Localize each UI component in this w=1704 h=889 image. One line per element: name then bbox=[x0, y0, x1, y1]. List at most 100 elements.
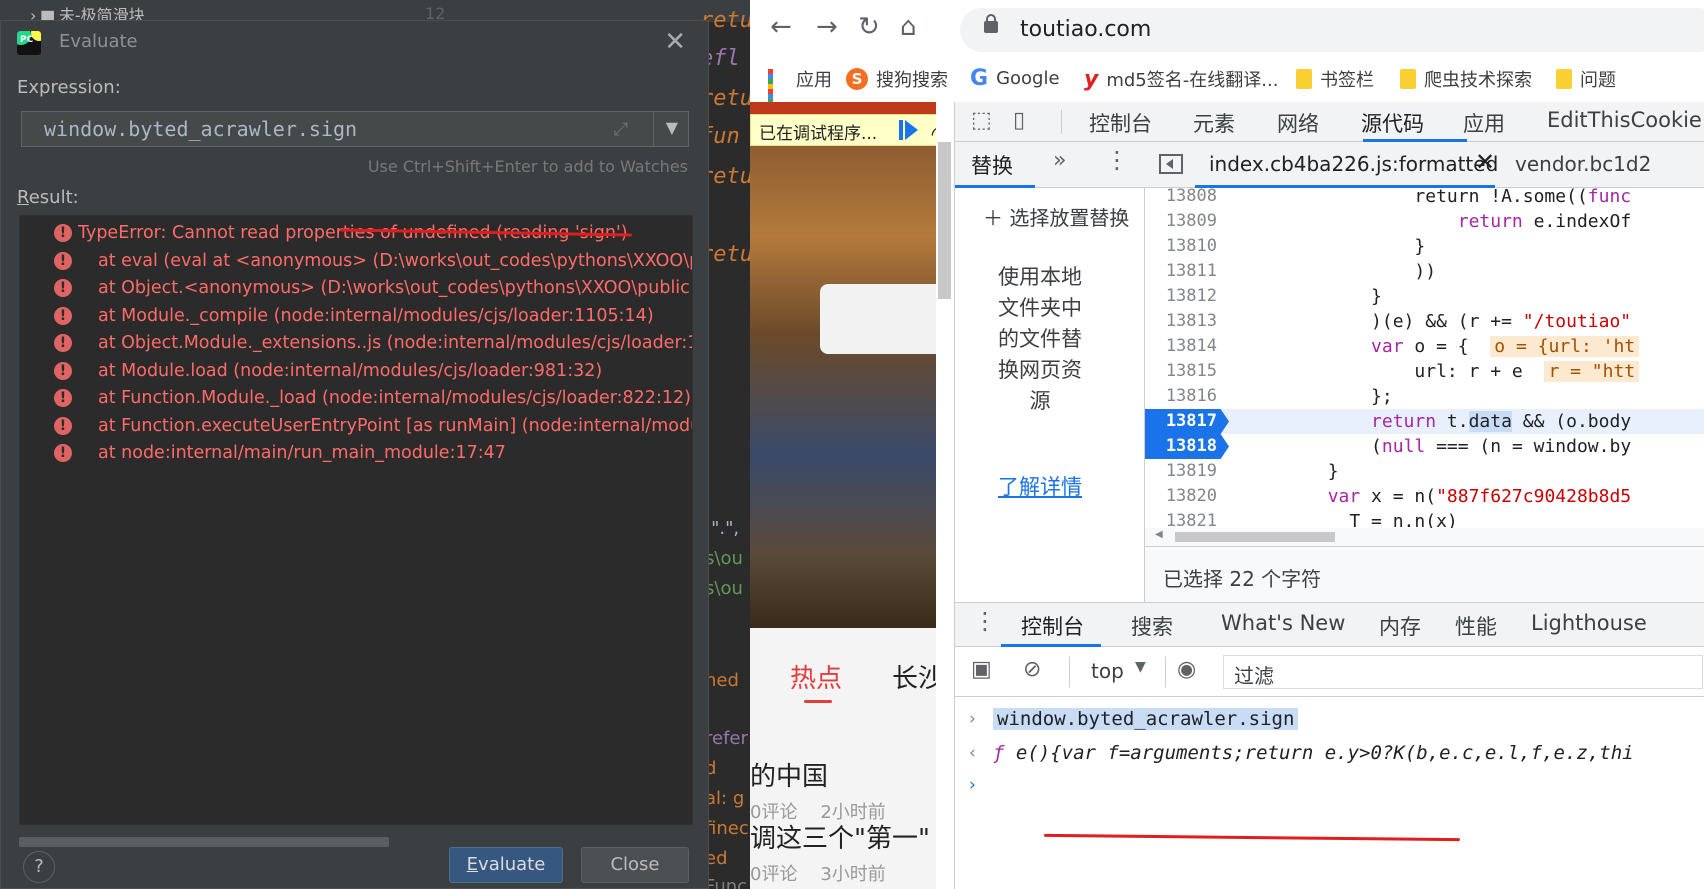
file-tab-active[interactable]: index.cb4ba226.js:formatted bbox=[1209, 152, 1498, 176]
scroll-thumb[interactable] bbox=[1175, 532, 1335, 542]
more-tabs-icon[interactable]: » bbox=[1053, 148, 1066, 173]
line-number[interactable]: 13821 bbox=[1145, 509, 1229, 528]
learn-more-link[interactable]: 了解详情 bbox=[995, 472, 1085, 503]
drawer-tab-performance[interactable]: 性能 bbox=[1455, 611, 1497, 641]
forward-icon[interactable]: → bbox=[816, 12, 838, 42]
bookmark-apps[interactable]: 应用 bbox=[768, 66, 832, 114]
code-text[interactable]: return e.indexOf bbox=[1241, 209, 1631, 234]
clear-console-icon[interactable]: ⊘ bbox=[1023, 657, 1041, 682]
page-scrollbar[interactable] bbox=[936, 102, 954, 889]
line-number[interactable]: 13820 bbox=[1145, 484, 1229, 509]
expression-value[interactable]: window.byted_acrawler.sign bbox=[44, 117, 357, 141]
select-folder-button[interactable]: ＋ 选择放置替换 bbox=[983, 202, 1129, 231]
code-text[interactable]: T = n.n(x) bbox=[1241, 509, 1457, 528]
bookmark-sogou[interactable]: S 搜狗搜索 bbox=[846, 66, 948, 92]
code-line[interactable]: 13816 }; bbox=[1145, 384, 1704, 409]
code-line[interactable]: 13813 )(e) && (r += "/toutiao" bbox=[1145, 309, 1704, 334]
drawer-tab-lighthouse[interactable]: Lighthouse bbox=[1531, 611, 1647, 635]
news-title[interactable]: 的中国 bbox=[750, 756, 828, 793]
result-panel[interactable]: ! TypeError: Cannot read properties of un… bbox=[19, 215, 693, 825]
code-line[interactable]: 13819 } bbox=[1145, 459, 1704, 484]
device-toolbar-icon[interactable]: ▯ bbox=[1013, 108, 1025, 133]
kebab-menu-icon[interactable]: ⋮ bbox=[973, 607, 997, 635]
file-tab[interactable]: vendor.bc1d2 bbox=[1515, 152, 1651, 176]
stack-frame[interactable]: ! at node:internal/main/run_main_module:1… bbox=[20, 440, 692, 468]
help-button[interactable]: ? bbox=[23, 851, 55, 883]
bookmark-google[interactable]: G Google bbox=[970, 66, 1060, 92]
line-number[interactable]: 13813 bbox=[1145, 309, 1229, 334]
code-line[interactable]: 13812 } bbox=[1145, 284, 1704, 309]
bookmark-folder-questions[interactable]: 问题 bbox=[1556, 66, 1616, 92]
code-text[interactable]: )) bbox=[1241, 259, 1436, 284]
expression-input[interactable]: window.byted_acrawler.sign ⤢ ▼ bbox=[21, 111, 689, 147]
line-number[interactable]: 13809 bbox=[1145, 209, 1229, 234]
toggle-navigator-icon[interactable] bbox=[1159, 154, 1183, 174]
code-line[interactable]: 13818 (null === (n = window.by bbox=[1145, 434, 1704, 459]
reload-icon[interactable]: ↻ bbox=[858, 12, 880, 42]
close-icon[interactable]: ✕ bbox=[664, 27, 686, 57]
code-line[interactable]: 13815 url: r + e r = "htt bbox=[1145, 359, 1704, 384]
line-number[interactable]: 13819 bbox=[1145, 459, 1229, 484]
line-number[interactable]: 13810 bbox=[1145, 234, 1229, 259]
chevron-down-icon[interactable]: ▼ bbox=[1135, 659, 1146, 675]
inspect-element-icon[interactable]: ⬚ bbox=[971, 108, 992, 133]
code-line[interactable]: 13814 var o = { o = {url: 'ht bbox=[1145, 334, 1704, 359]
stack-frame[interactable]: ! at Object.Module._extensions..js (node:… bbox=[20, 330, 692, 358]
code-text[interactable]: } bbox=[1241, 459, 1339, 484]
drawer-tab-search[interactable]: 搜索 bbox=[1131, 611, 1173, 641]
home-icon[interactable]: ⌂ bbox=[900, 12, 917, 42]
line-number[interactable]: 13814 bbox=[1145, 334, 1229, 359]
close-button[interactable]: Close bbox=[581, 847, 689, 883]
filter-input[interactable]: 过滤 bbox=[1223, 655, 1703, 689]
tab-sources[interactable]: 源代码 bbox=[1361, 108, 1424, 138]
console-input-line[interactable]: › window.byted_acrawler.sign bbox=[955, 703, 1704, 737]
eye-icon[interactable]: ◉ bbox=[1177, 657, 1196, 682]
code-line[interactable]: 13811 )) bbox=[1145, 259, 1704, 284]
code-text[interactable]: var x = n("887f627c90428b8d5 bbox=[1241, 484, 1631, 509]
scroll-thumb[interactable] bbox=[938, 142, 951, 299]
code-line[interactable]: 13820 var x = n("887f627c90428b8d5 bbox=[1145, 484, 1704, 509]
tab-network[interactable]: 网络 bbox=[1277, 108, 1319, 138]
code-text[interactable]: (null === (n = window.by bbox=[1241, 434, 1631, 459]
code-text[interactable]: )(e) && (r += "/toutiao" bbox=[1241, 309, 1631, 334]
code-line[interactable]: 13817 return t.data && (o.body bbox=[1145, 409, 1704, 434]
line-number[interactable]: 13816 bbox=[1145, 384, 1229, 409]
stack-frame[interactable]: ! at Function.Module._load (node:internal… bbox=[20, 385, 692, 413]
code-text[interactable]: return t.data && (o.body bbox=[1241, 409, 1631, 434]
stack-frame[interactable]: ! at Object.<anonymous> (D:\works\out_cod… bbox=[20, 275, 692, 303]
console-output-text[interactable]: ƒ e(){var f=arguments;return e.y>0?K(b,e… bbox=[993, 742, 1634, 764]
tab-overrides[interactable]: 替换 bbox=[971, 150, 1013, 180]
code-text[interactable]: url: r + e r = "htt bbox=[1241, 359, 1640, 384]
stack-frame[interactable]: ! at Function.executeUserEntryPoint [as r… bbox=[20, 413, 692, 441]
context-selector[interactable]: top bbox=[1091, 659, 1124, 683]
console-input-text[interactable]: window.byted_acrawler.sign bbox=[993, 708, 1299, 730]
code-line[interactable]: 13809 return e.indexOf bbox=[1145, 209, 1704, 234]
drawer-tab-whats-new[interactable]: What's New bbox=[1221, 611, 1345, 635]
bookmark-folder-bar[interactable]: 书签栏 bbox=[1296, 66, 1374, 92]
tab-hot[interactable]: 热点 bbox=[790, 658, 842, 695]
line-number[interactable]: 13808 bbox=[1145, 188, 1229, 209]
back-icon[interactable]: ← bbox=[770, 12, 792, 42]
line-number[interactable]: 13811 bbox=[1145, 259, 1229, 284]
history-dropdown-icon[interactable]: ▼ bbox=[666, 118, 678, 137]
url-text[interactable]: toutiao.com bbox=[1020, 17, 1151, 42]
scroll-left-icon[interactable]: ◀ bbox=[1155, 529, 1163, 540]
tab-application[interactable]: 应用 bbox=[1463, 108, 1505, 138]
breakpoint-line-number[interactable]: 13817 bbox=[1145, 409, 1229, 434]
code-text[interactable]: return !A.some((func bbox=[1241, 188, 1631, 209]
line-number[interactable]: 13815 bbox=[1145, 359, 1229, 384]
evaluate-button[interactable]: Evaluate bbox=[449, 847, 563, 883]
code-text[interactable]: } bbox=[1241, 234, 1425, 259]
expand-icon[interactable]: ⤢ bbox=[614, 119, 628, 140]
code-scrollbar[interactable]: ◀ bbox=[1145, 528, 1704, 546]
address-bar[interactable]: toutiao.com bbox=[960, 8, 1704, 52]
tab-elements[interactable]: 元素 bbox=[1193, 108, 1235, 138]
drawer-tab-console[interactable]: 控制台 bbox=[1021, 611, 1084, 641]
lock-icon[interactable] bbox=[984, 14, 998, 33]
code-text[interactable]: }; bbox=[1241, 384, 1393, 409]
bookmark-folder-crawler[interactable]: 爬虫技术探索 bbox=[1400, 66, 1532, 92]
tab-console[interactable]: 控制台 bbox=[1089, 108, 1152, 138]
console-prompt[interactable]: › bbox=[955, 769, 1704, 803]
stack-frame[interactable]: ! at Module.load (node:internal/modules/c… bbox=[20, 358, 692, 386]
code-text[interactable]: } bbox=[1241, 284, 1382, 309]
